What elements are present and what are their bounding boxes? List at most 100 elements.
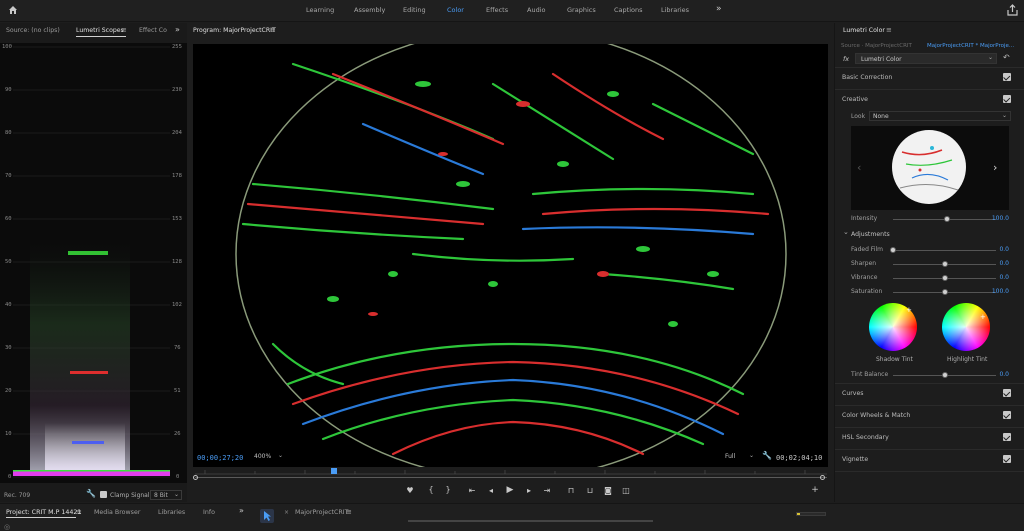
workspace-tab-editing[interactable]: Editing	[403, 6, 426, 14]
selection-tool-icon[interactable]	[260, 509, 274, 523]
workspace-tab-assembly[interactable]: Assembly	[354, 6, 385, 14]
tab-source[interactable]: Source: (no clips)	[6, 27, 60, 34]
lumetri-sequence-tab[interactable]: MajorProjectCRIT * MajorProje...	[927, 43, 1014, 49]
marker-icon[interactable]: ♥	[404, 486, 416, 495]
tint-balance-knob[interactable]	[941, 372, 948, 378]
highlight-tint-crosshair-icon[interactable]: +	[980, 313, 986, 321]
hsl-secondary-checkbox[interactable]	[1003, 433, 1011, 441]
share-icon[interactable]	[1007, 4, 1018, 16]
slider-value-sharpen[interactable]: 0.0	[999, 260, 1009, 267]
workspace-tab-graphics[interactable]: Graphics	[567, 6, 596, 14]
color-wheels-checkbox[interactable]	[1003, 411, 1011, 419]
tab-info[interactable]: Info	[203, 509, 215, 516]
lumetri-source-tab[interactable]: Source · MajorProjectCRIT	[841, 43, 912, 49]
extract-icon[interactable]: ⊔	[584, 486, 596, 495]
play-icon[interactable]: ▶	[504, 485, 516, 495]
wrench-icon[interactable]: 🔧	[86, 489, 96, 498]
step-forward-icon[interactable]: ▸	[523, 486, 535, 495]
wrench-icon[interactable]: 🔧	[762, 451, 772, 460]
intensity-track[interactable]	[893, 216, 996, 222]
tab-sequence[interactable]: MajorProjectCRIT	[295, 509, 349, 516]
time-ruler[interactable]	[195, 466, 827, 476]
basic-correction-checkbox[interactable]	[1003, 73, 1011, 81]
resolution-select[interactable]: Full ⌄	[722, 452, 756, 462]
double-chevron-right-icon[interactable]: »	[175, 25, 180, 34]
hamburger-menu-icon[interactable]: ≡	[886, 26, 892, 34]
creative-checkbox[interactable]	[1003, 95, 1011, 103]
tab-lumetri-scopes[interactable]: Lumetri Scopes	[76, 27, 124, 34]
highlight-tint-wheel[interactable]: +	[942, 303, 990, 351]
slider-track-sharpen[interactable]	[893, 261, 996, 267]
section-curves[interactable]: Curves	[835, 383, 1024, 403]
slider-knob-vibrance[interactable]	[941, 275, 948, 281]
video-frame[interactable]	[193, 44, 828, 467]
hamburger-menu-icon[interactable]: ≡	[346, 508, 352, 516]
section-basic-correction[interactable]: Basic Correction	[835, 67, 1024, 87]
close-icon[interactable]: ×	[284, 509, 289, 516]
timecode-current[interactable]: 00;00;27;20	[197, 454, 243, 462]
workspace-tab-captions[interactable]: Captions	[614, 6, 643, 14]
intensity-knob[interactable]	[943, 216, 950, 222]
in-out-bar[interactable]	[195, 477, 827, 478]
tab-libraries[interactable]: Libraries	[158, 509, 185, 516]
look-select[interactable]: None ⌄	[869, 111, 1011, 121]
slider-knob-saturation[interactable]	[941, 289, 948, 295]
curves-checkbox[interactable]	[1003, 389, 1011, 397]
bar-start-handle[interactable]	[193, 475, 198, 480]
slider-track-vibrance[interactable]	[893, 275, 996, 281]
chevron-down-icon[interactable]: ⌄	[843, 228, 849, 236]
workspace-tab-color[interactable]: Color	[447, 6, 464, 14]
timeline-scrollbar[interactable]	[408, 520, 653, 522]
section-color-wheels[interactable]: Color Wheels & Match	[835, 405, 1024, 425]
workspace-tab-audio[interactable]: Audio	[527, 6, 545, 14]
section-hsl-secondary[interactable]: HSL Secondary	[835, 427, 1024, 447]
clamp-signal-checkbox[interactable]	[100, 491, 107, 498]
mark-in-icon[interactable]: {	[425, 485, 437, 494]
slider-value-faded-film[interactable]: 0.0	[999, 246, 1009, 253]
look-preview[interactable]: ‹ ›	[851, 126, 1009, 210]
workspace-tab-learning[interactable]: Learning	[306, 6, 334, 14]
shadow-tint-crosshair-icon[interactable]: +	[906, 306, 912, 314]
step-back-icon[interactable]: ◂	[485, 486, 497, 495]
bar-end-handle[interactable]	[820, 475, 825, 480]
workspace-tab-libraries[interactable]: Libraries	[661, 6, 689, 14]
vignette-checkbox[interactable]	[1003, 455, 1011, 463]
plus-icon[interactable]: +	[809, 485, 821, 495]
bit-depth-select[interactable]: 8 Bit ⌄	[150, 490, 182, 500]
workspace-tab-effects[interactable]: Effects	[486, 6, 508, 14]
tint-balance-track[interactable]	[893, 372, 996, 378]
comparison-view-icon[interactable]: ◫	[620, 486, 632, 495]
section-creative[interactable]: Creative	[835, 89, 1024, 109]
slider-track-faded-film[interactable]	[890, 247, 996, 253]
home-icon[interactable]	[8, 5, 18, 15]
effect-select[interactable]: Lumetri Color ⌄	[855, 53, 997, 64]
hamburger-menu-icon[interactable]: ≡	[121, 26, 127, 34]
tint-balance-value[interactable]: 0.0	[999, 371, 1009, 378]
tab-project[interactable]: Project: CRIT M.P 14421	[6, 509, 81, 516]
adjustments-label[interactable]: Adjustments	[851, 231, 890, 238]
tab-effect-controls[interactable]: Effect Co	[139, 27, 167, 34]
reset-icon[interactable]: ↶	[1003, 53, 1010, 62]
export-frame-icon[interactable]: ◙	[602, 486, 614, 495]
lift-icon[interactable]: ⊓	[565, 486, 577, 495]
slider-track-saturation[interactable]	[893, 289, 996, 295]
hamburger-menu-icon[interactable]: ≡	[76, 508, 82, 516]
go-to-out-icon[interactable]: ⇥	[541, 486, 553, 495]
tab-media-browser[interactable]: Media Browser	[94, 509, 140, 516]
slider-knob-faded-film[interactable]	[890, 247, 896, 253]
slider-value-saturation[interactable]: 100.0	[992, 288, 1009, 295]
zoom-select[interactable]: 400% ⌄	[251, 452, 285, 462]
slider-knob-sharpen[interactable]	[941, 261, 948, 267]
go-to-in-icon[interactable]: ⇤	[466, 486, 478, 495]
playhead[interactable]	[331, 468, 337, 474]
chevron-left-icon[interactable]: ‹	[857, 161, 861, 174]
section-vignette[interactable]: Vignette	[835, 449, 1024, 469]
mark-out-icon[interactable]: }	[442, 485, 454, 494]
slider-value-vibrance[interactable]: 0.0	[999, 274, 1009, 281]
intensity-value[interactable]: 100.0	[992, 215, 1009, 222]
hamburger-menu-icon[interactable]: ≡	[270, 26, 276, 34]
double-chevron-right-icon[interactable]: »	[239, 506, 244, 515]
shadow-tint-wheel[interactable]: +	[869, 303, 917, 351]
chevron-right-icon[interactable]: ›	[993, 161, 997, 174]
double-chevron-right-icon[interactable]: »	[716, 4, 722, 14]
